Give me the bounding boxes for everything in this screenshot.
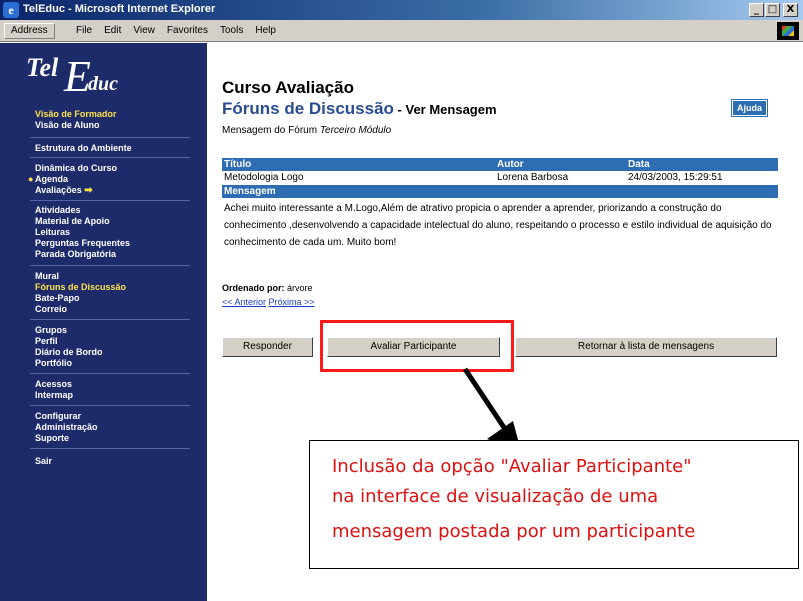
message-table: Título Autor Data Metodologia Logo Loren… [222, 158, 778, 253]
sidebar-group-participants: Grupos Perfil Diário de Bordo Portfólio [35, 325, 103, 369]
next-link[interactable]: Próxima >> [269, 297, 315, 307]
sidebar-item-acessos[interactable]: Acessos [35, 379, 73, 390]
divider [30, 200, 190, 201]
sidebar-item-bate-papo[interactable]: Bate-Papo [35, 293, 126, 304]
annotation-line-1: Inclusão da opção "Avaliar Participante" [332, 456, 692, 477]
page-title: Fóruns de Discussão - Ver Mensagem [222, 99, 497, 118]
sidebar-item-avaliacoes[interactable]: Avaliações ➡ [35, 185, 117, 196]
window-title: TelEduc - Microsoft Internet Explorer [23, 3, 216, 15]
minimize-button[interactable]: _ [749, 3, 764, 17]
internet-explorer-icon: e [3, 2, 19, 18]
windows-logo-icon [777, 22, 799, 40]
sidebar-item-leituras[interactable]: Leituras [35, 227, 130, 238]
divider [30, 319, 190, 320]
sidebar-group-structure: Estrutura do Ambiente [35, 143, 132, 154]
sidebar-item-sair[interactable]: Sair [35, 456, 52, 467]
divider [30, 448, 190, 449]
menu-bar: Address File Edit View Favorites Tools H… [0, 20, 803, 42]
menu-edit[interactable]: Edit [104, 25, 121, 36]
address-button[interactable]: Address [4, 23, 55, 39]
message-navigation: << Anterior Próxima >> [222, 297, 315, 307]
sidebar-item-administracao[interactable]: Administração [35, 422, 98, 433]
menu-help[interactable]: Help [255, 25, 276, 36]
annotation-callout: Inclusão da opção "Avaliar Participante"… [309, 440, 799, 569]
divider [30, 137, 190, 138]
bullet-icon: ● [28, 174, 34, 184]
table-header: Título Autor Data [222, 158, 778, 171]
sidebar-item-perfil[interactable]: Perfil [35, 336, 103, 347]
close-button[interactable]: X [783, 3, 798, 17]
sidebar-item-configurar[interactable]: Configurar [35, 411, 98, 422]
divider [30, 405, 190, 406]
menu-items: File Edit View Favorites Tools Help [76, 25, 276, 36]
sidebar-group-exit: Sair [35, 456, 52, 467]
sidebar-item-correio[interactable]: Correio [35, 304, 126, 315]
forum-origin: Mensagem do Fórum Terceiro Módulo [222, 125, 392, 136]
sidebar-item-portfolio[interactable]: Portfólio [35, 358, 103, 369]
window-titlebar: e TelEduc - Microsoft Internet Explorer … [0, 0, 803, 20]
sidebar-item-visao-aluno[interactable]: Visão de Aluno [35, 120, 116, 131]
menu-file[interactable]: File [76, 25, 92, 36]
table-row: Metodologia Logo Lorena Barbosa 24/03/20… [222, 171, 778, 185]
sidebar-group-admin: Configurar Administração Suporte [35, 411, 98, 444]
sidebar-item-grupos[interactable]: Grupos [35, 325, 103, 336]
sidebar-group-dynamics: Dinâmica do Curso Agenda Avaliações ➡ [35, 163, 117, 196]
column-date: Data [628, 159, 650, 170]
sidebar-item-perguntas[interactable]: Perguntas Frequentes [35, 238, 130, 249]
sidebar-item-suporte[interactable]: Suporte [35, 433, 98, 444]
teleduc-logo: Tel E duc [26, 52, 118, 101]
sidebar-item-parada[interactable]: Parada Obrigatória [35, 249, 130, 260]
column-author: Autor [497, 159, 524, 170]
previous-link[interactable]: << Anterior [222, 297, 266, 307]
sidebar-item-mural[interactable]: Mural [35, 271, 126, 282]
sidebar-item-foruns[interactable]: Fóruns de Discussão [35, 282, 126, 293]
menu-favorites[interactable]: Favorites [167, 25, 208, 36]
arrow-shaft [462, 367, 508, 431]
sidebar-item-estrutura[interactable]: Estrutura do Ambiente [35, 143, 132, 154]
cell-author: Lorena Barbosa [497, 172, 569, 183]
annotation-line-2: na interface de visualização de uma [332, 486, 659, 507]
sidebar-group-content: Atividades Material de Apoio Leituras Pe… [35, 205, 130, 260]
reply-button[interactable]: Responder [222, 337, 313, 357]
sidebar-item-visao-formador[interactable]: Visão de Formador [35, 109, 116, 120]
sidebar-group-views: Visão de Formador Visão de Aluno [35, 109, 116, 131]
annotation-line-3: mensagem postada por um participante [332, 521, 696, 542]
cell-title: Metodologia Logo [224, 172, 304, 183]
sidebar-item-material[interactable]: Material de Apoio [35, 216, 130, 227]
message-header: Mensagem [222, 185, 778, 198]
sidebar-item-agenda[interactable]: Agenda [35, 174, 117, 185]
menu-view[interactable]: View [133, 25, 155, 36]
divider [30, 373, 190, 374]
divider [30, 157, 190, 158]
sidebar: Tel E duc Visão de Formador Visão de Alu… [0, 43, 207, 601]
divider [30, 265, 190, 266]
sidebar-group-communication: Mural Fóruns de Discussão Bate-Papo Corr… [35, 271, 126, 315]
course-title: Curso Avaliação [222, 78, 354, 97]
sidebar-item-dinamica[interactable]: Dinâmica do Curso [35, 163, 117, 174]
new-arrow-icon: ➡ [84, 185, 93, 196]
sidebar-group-access: Acessos Intermap [35, 379, 73, 401]
sidebar-item-atividades[interactable]: Atividades [35, 205, 130, 216]
maximize-button[interactable]: □ [765, 3, 780, 17]
sidebar-item-diario[interactable]: Diário de Bordo [35, 347, 103, 358]
sidebar-item-intermap[interactable]: Intermap [35, 390, 73, 401]
menu-tools[interactable]: Tools [220, 25, 243, 36]
ordering: Ordenado por: árvore [222, 283, 313, 293]
help-button[interactable]: Ajuda [730, 99, 769, 117]
main-content: Curso Avaliação Fóruns de Discussão - Ve… [207, 43, 803, 601]
message-body: Achei muito interessante a M.Logo,Além d… [224, 203, 772, 248]
cell-date: 24/03/2003, 15:29:51 [628, 172, 723, 183]
column-title: Título [224, 159, 252, 170]
back-to-list-button[interactable]: Retornar à lista de mensagens [515, 337, 777, 357]
